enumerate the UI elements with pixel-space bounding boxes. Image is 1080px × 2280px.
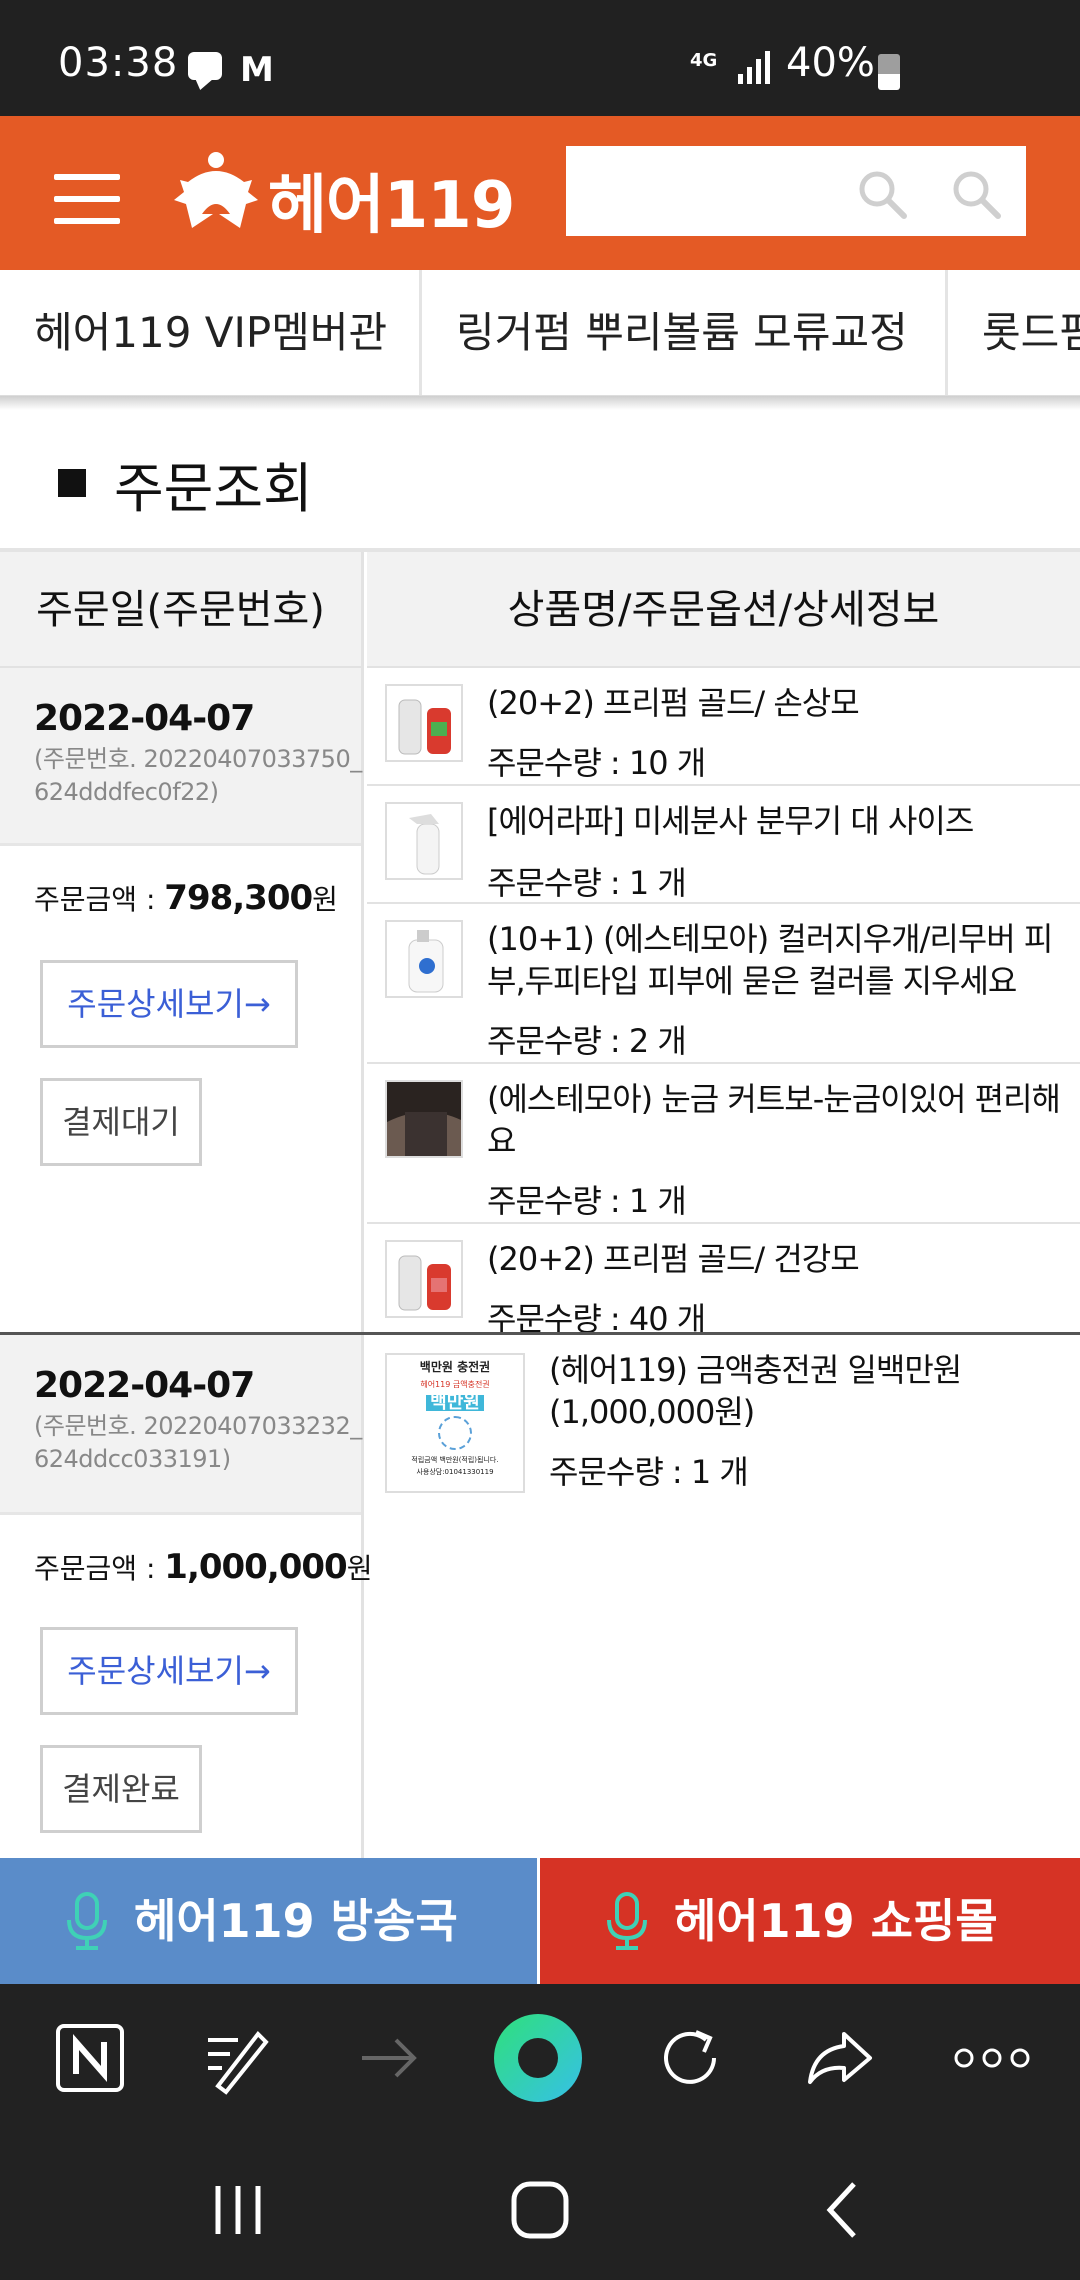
product-thumbnail[interactable]: 백만원 충전권 헤어119 금액충전권 백만원 적립금액 백만원(적립)됩니다.… [385,1353,525,1493]
product-name[interactable]: [에어라파] 미세분사 분무기 대 사이즈 [487,800,1067,842]
search-box [566,146,1026,236]
order-info: 2022-04-07 (주문번호. 20220407033232_624ddcc… [0,1335,372,1862]
list-item[interactable]: (에스테모아) 눈금 커트보-눈금이있어 편리해요 주문수량 : 1 개 [367,1064,1080,1224]
product-thumbnail[interactable] [385,1240,463,1318]
product-name[interactable]: (20+2) 프리펌 골드/ 건강모 [487,1238,1067,1280]
battery-icon [878,54,900,90]
page-title: 주문조회 [58,444,313,523]
menu-icon[interactable] [54,174,120,224]
product-name[interactable]: (헤어119) 금액충전권 일백만원(1,000,000원) [549,1349,1069,1433]
tab-ringer-perm[interactable]: 링거펌 뿌리볼륨 모류교정 [422,270,948,395]
product-quantity: 주문수량 : 10 개 [487,744,706,782]
product-quantity: 주문수량 : 1 개 [487,1182,687,1220]
list-item[interactable]: (20+2) 프리펌 골드/ 손상모 주문수량 : 10 개 [367,668,1080,786]
naver-home-icon[interactable] [52,2020,128,2096]
product-quantity: 주문수량 : 2 개 [487,1022,687,1060]
list-item[interactable]: 백만원 충전권 헤어119 금액충전권 백만원 적립금액 백만원(적립)됩니다.… [367,1335,1080,1862]
order-number: (주문번호. 20220407033232_624ddcc033191) [34,1412,362,1473]
list-item[interactable]: (10+1) (에스테모아) 컬러지우개/리무버 피부,두피타입 피부에 묻은 … [367,904,1080,1064]
product-thumbnail[interactable] [385,684,463,762]
product-name[interactable]: (에스테모아) 눈금 커트보-눈금이있어 편리해요 [487,1078,1067,1162]
order-items: (20+2) 프리펌 골드/ 손상모 주문수량 : 10 개 [에어라파] 미세… [367,668,1080,1338]
order-table: 주문일(주문번호) 상품명/주문옵션/상세정보 2022-04-07 (주문번호… [0,548,1080,1862]
product-thumbnail[interactable] [385,920,463,998]
share-icon[interactable] [802,2020,878,2096]
forward-icon[interactable] [352,2020,428,2096]
order-status-badge[interactable]: 결제대기 [40,1078,202,1166]
chat-notification-icon [188,52,222,80]
product-name[interactable]: (10+1) (에스테모아) 컬러지우개/리무버 피부,두피타입 피부에 묻은 … [487,918,1067,1002]
seal-icon [438,1416,472,1450]
product-quantity: 주문수량 : 1 개 [549,1453,749,1491]
divider [0,396,1080,410]
order-detail-button[interactable]: 주문상세보기→ [40,960,298,1048]
order-date: 2022-04-07 [34,698,255,739]
search-icon[interactable] [856,168,908,220]
order-amount: 주문금액 : 798,300원 [34,878,338,918]
list-item[interactable]: [에어라파] 미세분사 분무기 대 사이즈 주문수량 : 1 개 [367,786,1080,904]
search-input[interactable] [566,146,836,232]
brand-logo-icon[interactable] [166,142,266,242]
site-header: 헤어119 [0,116,1080,270]
more-options-icon[interactable] [952,2020,1032,2096]
order-status-badge[interactable]: 결제완료 [40,1745,202,1833]
tab-vip[interactable]: 헤어119 VIP멤버관 [0,270,422,395]
bookmark-icon[interactable] [198,2020,274,2096]
status-time: 03:38 [58,40,179,86]
signal-icon [738,51,770,84]
network-type: 4G [690,50,718,71]
order-date: 2022-04-07 [34,1365,255,1406]
order-info: 2022-04-07 (주문번호. 20220407033750_624dddf… [0,668,364,1332]
product-thumbnail[interactable] [385,802,463,880]
product-quantity: 주문수량 : 1 개 [487,864,687,902]
square-bullet-icon [58,469,86,497]
list-item[interactable]: (20+2) 프리펌 골드/ 건강모 주문수량 : 40 개 [367,1224,1080,1338]
order-row: 2022-04-07 (주문번호. 20220407033232_624ddcc… [0,1335,1080,1862]
system-nav-bar [0,2132,1080,2280]
mail-notification-icon: M [240,50,274,90]
recent-apps-icon[interactable] [200,2172,276,2248]
home-icon[interactable] [502,2172,578,2248]
brand-name[interactable]: 헤어119 [268,154,515,246]
product-thumbnail[interactable] [385,1080,463,1158]
order-number: (주문번호. 20220407033750_624dddfec0f22) [34,745,362,806]
order-row: 2022-04-07 (주문번호. 20220407033750_624dddf… [0,668,1080,1338]
order-header: 2022-04-07 (주문번호. 20220407033232_624ddcc… [0,1335,362,1515]
tab-rod-perm[interactable]: 롯드펌 [948,270,1080,395]
browser-toolbar [0,1984,1080,2132]
broadcast-banner-button[interactable]: 헤어119 방송국 [0,1858,537,1984]
search-icon[interactable] [950,168,1002,220]
shop-banner-button[interactable]: 헤어119 쇼핑몰 [540,1858,1080,1984]
product-name[interactable]: (20+2) 프리펌 골드/ 손상모 [487,682,1067,724]
order-items: 백만원 충전권 헤어119 금액충전권 백만원 적립금액 백만원(적립)됩니다.… [367,1335,1080,1862]
order-detail-button[interactable]: 주문상세보기→ [40,1627,298,1715]
refresh-icon[interactable] [652,2020,728,2096]
column-header-product: 상품명/주문옵션/상세정보 [367,552,1080,668]
microphone-icon [607,1892,647,1950]
status-bar: 03:38 M 4G 40% [0,0,1080,116]
category-tabs: 헤어119 VIP멤버관 링거펌 뿌리볼륨 모류교정 롯드펌 [0,270,1080,396]
order-amount: 주문금액 : 1,000,000원 [34,1547,373,1587]
order-header: 2022-04-07 (주문번호. 20220407033750_624dddf… [0,668,362,846]
battery-level: 40% [786,40,875,86]
green-dot-icon[interactable] [492,2012,584,2104]
column-header-order: 주문일(주문번호) [0,552,364,668]
back-icon[interactable] [806,2172,882,2248]
microphone-icon [67,1892,107,1950]
